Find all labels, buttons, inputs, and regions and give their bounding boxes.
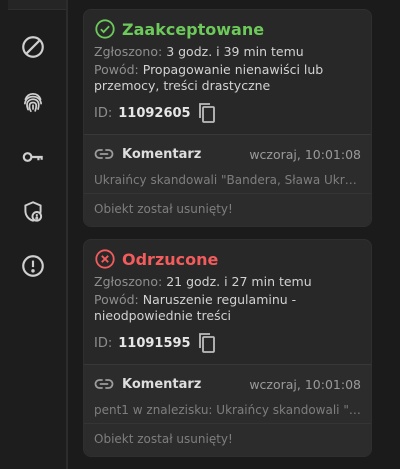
link-icon xyxy=(94,146,114,162)
reported-value: 21 godz. i 27 min temu xyxy=(166,274,312,289)
reported-time: Zgłoszono: 3 godz. i 39 min temu xyxy=(94,44,361,60)
id-value: 11091595 xyxy=(118,335,191,351)
comment-time: wczoraj, 10:01:08 xyxy=(249,376,361,392)
alert-circle-icon[interactable] xyxy=(19,252,47,280)
status-label: Zaakceptowane xyxy=(122,19,265,39)
comment-preview[interactable]: Komentarz wczoraj, 10:01:08 Ukraińcy ska… xyxy=(84,134,371,226)
check-circle-icon xyxy=(94,18,116,40)
status-accepted: Zaakceptowane xyxy=(94,16,361,42)
reported-value: 3 godz. i 39 min temu xyxy=(166,44,304,59)
copy-icon[interactable] xyxy=(197,101,217,125)
reason: Powód: Propagowanie nienawiści lub przem… xyxy=(94,62,361,94)
report-card: Odrzucone Zgłoszono: 21 godz. i 27 min t… xyxy=(83,239,372,457)
reported-time: Zgłoszono: 21 godz. i 27 min temu xyxy=(94,274,361,290)
key-icon[interactable] xyxy=(19,143,47,171)
sidebar xyxy=(0,0,66,469)
report-id: ID: 11091595 xyxy=(94,330,361,356)
id-label: ID: xyxy=(94,335,113,351)
copy-icon[interactable] xyxy=(197,331,217,355)
reports-list: Zaakceptowane Zgłoszono: 3 godz. i 39 mi… xyxy=(68,0,400,469)
shield-alert-icon[interactable] xyxy=(19,198,47,226)
removed-notice: Obiekt został usunięty! xyxy=(94,202,233,216)
report-id: ID: 11092605 xyxy=(94,100,361,126)
report-card: Zaakceptowane Zgłoszono: 3 godz. i 39 mi… xyxy=(83,9,372,227)
fingerprint-icon[interactable] xyxy=(19,88,47,116)
comment-title: Komentarz xyxy=(122,376,202,392)
reason-label: Powód: xyxy=(94,292,139,307)
status-label: Odrzucone xyxy=(122,249,219,269)
comment-preview[interactable]: Komentarz wczoraj, 10:01:08 pent1 w znal… xyxy=(84,364,371,456)
ban-icon[interactable] xyxy=(19,33,47,61)
id-label: ID: xyxy=(94,105,113,121)
reported-label: Zgłoszono: xyxy=(94,44,163,59)
comment-time: wczoraj, 10:01:08 xyxy=(249,146,361,162)
reason-label: Powód: xyxy=(94,62,139,77)
id-value: 11092605 xyxy=(118,105,191,121)
comment-excerpt: pent1 w znalezisku: Ukraińcy skandowali … xyxy=(94,403,371,417)
x-circle-icon xyxy=(94,248,116,270)
reported-label: Zgłoszono: xyxy=(94,274,163,289)
sidebar-top-stub[interactable] xyxy=(8,0,66,10)
removed-notice: Obiekt został usunięty! xyxy=(94,432,233,446)
link-icon xyxy=(94,376,114,392)
moderation-panel: Zaakceptowane Zgłoszono: 3 godz. i 39 mi… xyxy=(0,0,400,469)
reason: Powód: Naruszenie regulaminu - nieodpowi… xyxy=(94,292,361,324)
comment-excerpt: Ukraińcy skandowali "Bandera, Sława Ukra… xyxy=(94,173,371,187)
comment-title: Komentarz xyxy=(122,146,202,162)
status-rejected: Odrzucone xyxy=(94,246,361,272)
